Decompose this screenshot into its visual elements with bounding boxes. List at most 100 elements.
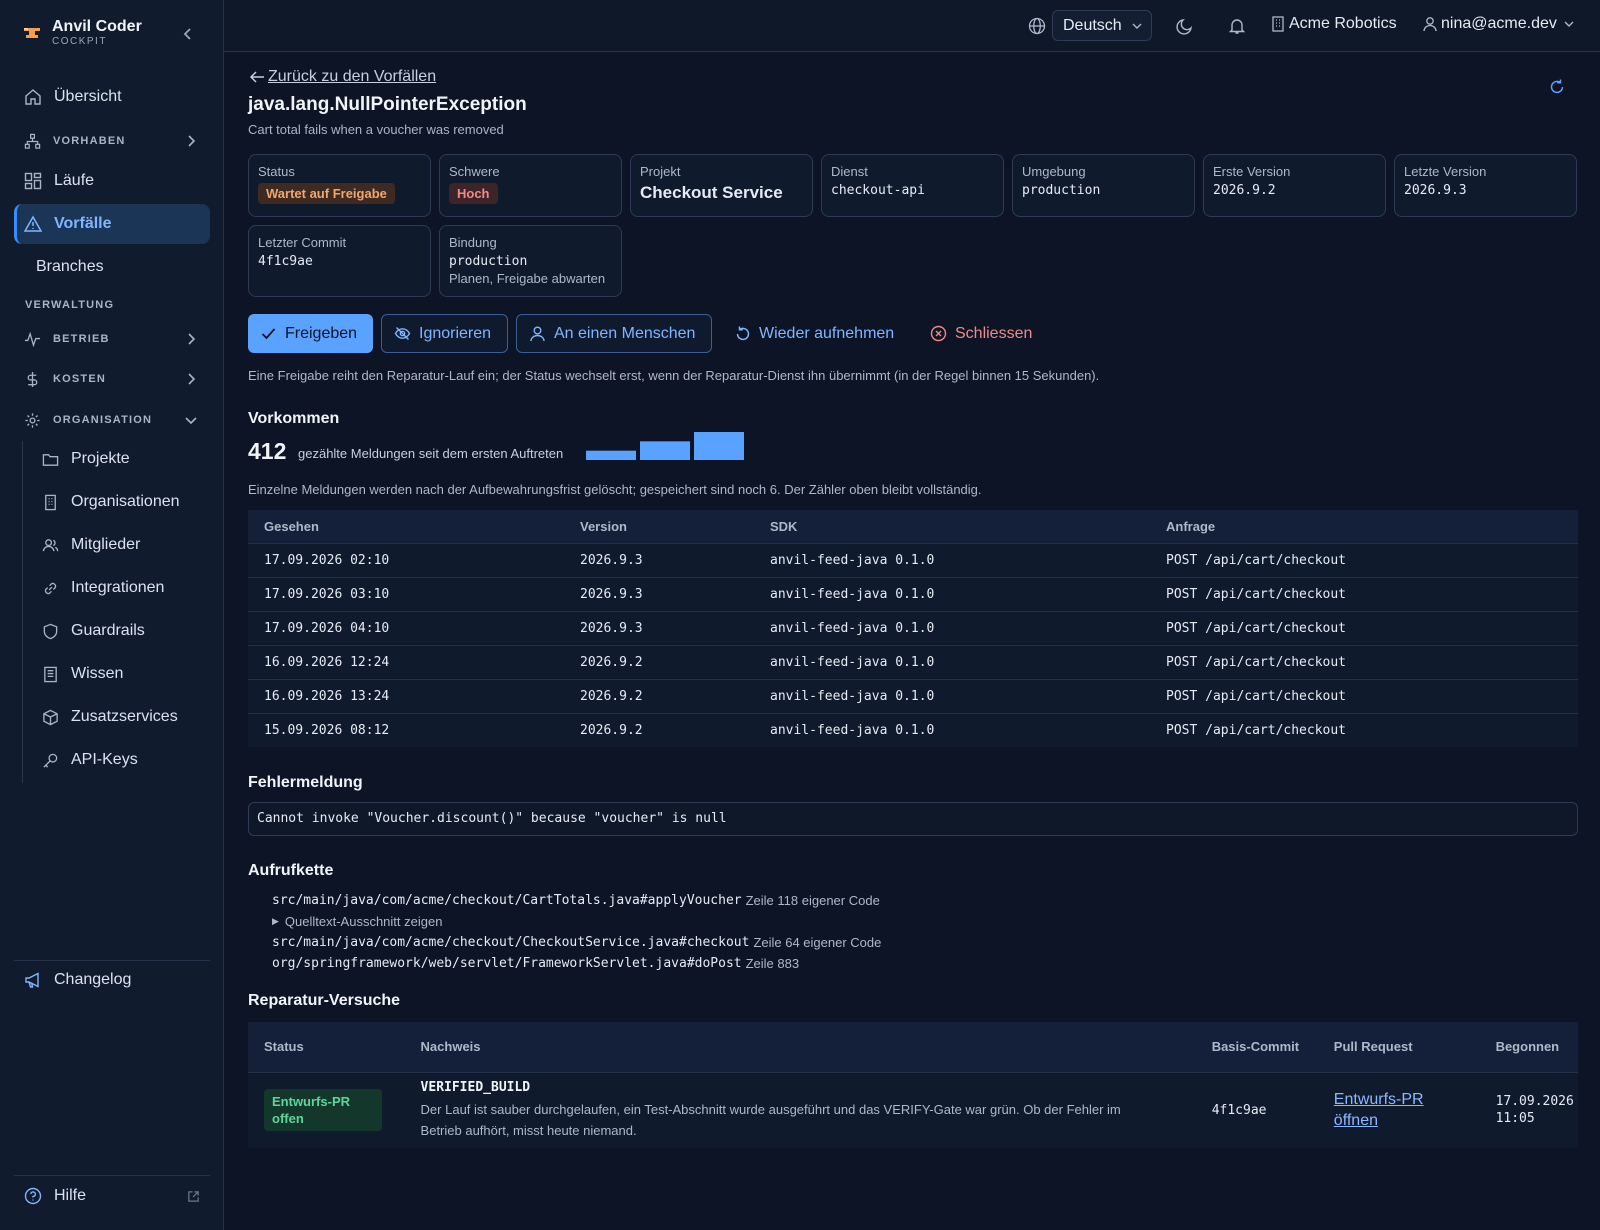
shield-icon [43,623,58,639]
resume-button[interactable]: Wieder aufnehmen [722,314,906,353]
column-header: Gesehen [248,510,564,543]
sidebar-item-vorfaelle[interactable]: Vorfälle [14,204,210,244]
error-message: Cannot invoke "Voucher.discount()" becau… [248,802,1578,836]
sidebar-item-overview[interactable]: Übersicht [14,77,210,117]
sidebar-group-label: VORHABEN [53,135,126,147]
megaphone-icon [25,972,39,988]
table-row[interactable]: 17.09.2026 04:10 2026.9.3 anvil-feed-jav… [248,610,1578,645]
user-menu[interactable]: nina@acme.dev [1422,15,1578,33]
sidebar-item-api-keys[interactable]: API-Keys [32,742,210,778]
section-label-verwaltung: VERWALTUNG [25,299,115,311]
refresh-icon[interactable] [1548,78,1566,96]
card-label: Letzte Version [1404,164,1487,179]
org-switcher[interactable]: Acme Robotics [1270,15,1397,33]
close-label: Schliessen [955,324,1033,342]
cell-sdk: anvil-feed-java 0.1.0 [754,610,1150,645]
commit-value: 4f1c9ae [258,254,313,269]
link-icon [44,582,57,594]
table-row[interactable]: 15.09.2026 08:12 2026.9.2 anvil-feed-jav… [248,712,1578,747]
key-icon [43,753,58,768]
brand[interactable]: Anvil Coder COCKPIT [22,18,142,48]
first-version-value: 2026.9.2 [1213,183,1276,198]
sidebar-item-laeufe[interactable]: Läufe [14,161,210,201]
sidebar-item-label: Guardrails [71,622,145,639]
table-row[interactable]: 16.09.2026 13:24 2026.9.2 anvil-feed-jav… [248,678,1578,713]
building-icon [45,494,56,510]
status-card: Status Wartet auf Freigabe [248,154,431,217]
table-row[interactable]: 17.09.2026 03:10 2026.9.3 anvil-feed-jav… [248,576,1578,611]
arrow-left-icon [249,71,264,83]
environment-card: Umgebung production [1012,154,1195,217]
card-label: Schwere [449,164,500,179]
card-label: Bindung [449,235,497,250]
chevron-down-icon [185,417,197,425]
topbar: Deutsch Acme Robotics nina@acme.dev [224,0,1600,52]
moon-icon[interactable] [1176,17,1194,35]
cell-request: POST /api/cart/checkout [1150,644,1578,679]
table-row[interactable]: 16.09.2026 12:24 2026.9.2 anvil-feed-jav… [248,644,1578,679]
column-header: Begonnen [1479,1022,1578,1072]
column-header: Basis-Commit [1195,1022,1318,1072]
sidebar-item-label: API-Keys [71,751,138,768]
assign-human-button[interactable]: An einen Menschen [516,314,712,353]
source-snippet-toggle[interactable]: ▶ Quelltext-Ausschnitt zeigen [272,911,881,932]
commit-card: Letzter Commit 4f1c9ae [248,225,431,297]
back-link[interactable]: Zurück zu den Vorfällen [248,68,436,86]
user-icon [530,326,545,342]
stack-heading: Aufrufkette [248,862,334,879]
card-label: Letzter Commit [258,235,347,250]
package-icon [43,709,58,725]
sparkline-bar [694,432,744,460]
cell-request: POST /api/cart/checkout [1150,610,1578,645]
sidebar-item-mitglieder[interactable]: Mitglieder [32,527,210,563]
sidebar-group-kosten[interactable]: KOSTEN [14,362,210,396]
sidebar-item-changelog[interactable]: Changelog [14,960,210,1000]
toggle-label: Quelltext-Ausschnitt zeigen [284,914,443,929]
user-email: nina@acme.dev [1441,15,1557,32]
sidebar-item-label: Integrationen [71,579,165,596]
bell-icon[interactable] [1228,17,1246,35]
project-card: Projekt Checkout Service [630,154,813,217]
ignore-label: Ignorieren [419,324,492,342]
cell-commit: 4f1c9ae [1195,1071,1318,1148]
language-select[interactable]: Deutsch [1052,10,1152,41]
stack-frame: src/main/java/com/acme/checkout/CartTota… [272,890,881,911]
repair-status-badge: Entwurfs-PR offen [264,1089,382,1132]
sidebar-item-integrationen[interactable]: Integrationen [32,570,210,606]
table-row[interactable]: 17.09.2026 02:10 2026.9.3 anvil-feed-jav… [248,542,1578,577]
sidebar-group-vorhaben[interactable]: VORHABEN [14,124,210,158]
approve-label: Freigeben [285,324,358,342]
cell-started: 17.09.2026 11:05 [1479,1071,1578,1148]
sidebar-item-label: Läufe [54,172,95,189]
sidebar-item-zusatzservices[interactable]: Zusatzservices [32,699,210,735]
cell-request: POST /api/cart/checkout [1150,576,1578,611]
cell-seen: 15.09.2026 08:12 [248,712,564,747]
binding-value: production [449,254,528,269]
table-header-row: Status Nachweis Basis-Commit Pull Reques… [248,1022,1578,1072]
sparkline-bar [640,441,690,460]
sparkline-bar [586,450,636,460]
frame-path: org/springframework/web/servlet/Framewor… [272,956,742,971]
sidebar-item-guardrails[interactable]: Guardrails [32,613,210,649]
cell-version: 2026.9.3 [564,542,754,577]
table-row[interactable]: Entwurfs-PR offen VERIFIED_BUILD Der Lau… [248,1071,1578,1148]
cell-request: POST /api/cart/checkout [1150,678,1578,713]
sidebar-group-organisation[interactable]: ORGANISATION [14,403,210,437]
language-value: Deutsch [1063,16,1122,34]
sidebar-item-wissen[interactable]: Wissen [32,656,210,692]
environment-value: production [1022,183,1101,198]
cell-request: POST /api/cart/checkout [1150,712,1578,747]
gear-icon [25,412,40,428]
sidebar-item-organisationen[interactable]: Organisationen [32,484,210,520]
sidebar-item-projekte[interactable]: Projekte [32,441,210,477]
cell-seen: 17.09.2026 02:10 [248,542,564,577]
sidebar-group-betrieb[interactable]: BETRIEB [14,322,210,356]
ignore-button[interactable]: Ignorieren [381,314,508,353]
sidebar-item-branches[interactable]: Branches [14,247,210,287]
page-subtitle: Cart total fails when a voucher was remo… [248,122,504,137]
collapse-sidebar-icon[interactable] [180,26,196,42]
open-draft-pr-link[interactable]: Entwurfs-PR öffnen [1334,1089,1444,1131]
sidebar-item-help[interactable]: Hilfe [14,1176,210,1216]
close-button[interactable]: Schliessen [918,314,1044,353]
approve-button[interactable]: Freigeben [248,314,373,353]
